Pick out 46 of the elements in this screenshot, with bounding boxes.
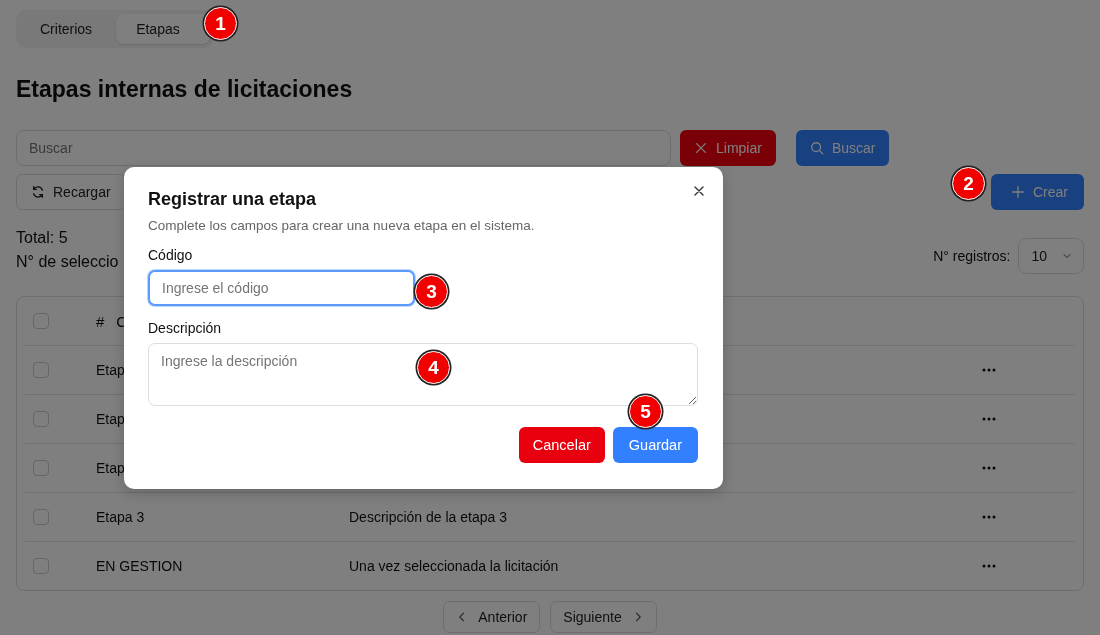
- search-icon: [809, 141, 824, 155]
- step-marker: 1: [204, 7, 237, 40]
- row-checkbox[interactable]: [33, 509, 49, 525]
- tab[interactable]: Etapas: [116, 14, 210, 44]
- more-icon[interactable]: [982, 417, 996, 421]
- create-button[interactable]: Crear: [991, 174, 1084, 210]
- table-cell: Etap: [96, 411, 125, 427]
- hash-symbol: #: [96, 312, 105, 330]
- header-checkbox[interactable]: [33, 313, 49, 329]
- field-label: Descripción: [148, 320, 223, 336]
- selected-count: N° de seleccio: [16, 252, 119, 272]
- row-checkbox[interactable]: [33, 411, 49, 427]
- cancel-button[interactable]: Cancelar: [518, 427, 605, 463]
- previous-button[interactable]: Anterior: [443, 601, 541, 633]
- search-button[interactable]: Buscar: [795, 130, 890, 166]
- row-checkbox[interactable]: [33, 362, 49, 378]
- more-icon[interactable]: [982, 515, 996, 519]
- more-icon[interactable]: [982, 368, 996, 372]
- step-marker: 2: [952, 167, 985, 200]
- table-cell: EN GESTION: [96, 558, 183, 574]
- save-button[interactable]: Guardar: [612, 427, 698, 463]
- table-cell: Etap: [96, 460, 125, 476]
- more-icon[interactable]: [982, 564, 996, 568]
- total-count: Total: 5: [16, 228, 69, 248]
- reload-button[interactable]: Recargar: [16, 174, 126, 210]
- dialog-title: Registrar una etapa: [148, 189, 318, 210]
- row-checkbox[interactable]: [33, 558, 49, 574]
- field-label: Código: [148, 247, 194, 263]
- close-icon: [694, 141, 708, 155]
- plus-icon: [1011, 185, 1025, 199]
- page-title: Etapas internas de licitaciones: [16, 76, 354, 103]
- table-cell: Una vez seleccionada la licitación: [349, 558, 559, 574]
- tab[interactable]: Criterios: [20, 14, 113, 44]
- dialog-subtitle: Complete los campos para crear una nueva etapa en el sistema.: [148, 218, 536, 233]
- table-cell: Etapa 3: [96, 509, 145, 525]
- code-input-field[interactable]: Ingrese el código: [148, 270, 415, 306]
- table-cell: Descripción de la etapa 3: [349, 509, 507, 525]
- more-icon[interactable]: [982, 466, 996, 470]
- page-size-label: N° registros:: [933, 248, 1011, 264]
- next-button[interactable]: Siguiente: [550, 601, 657, 633]
- page-size-select[interactable]: 10: [1018, 238, 1084, 274]
- table-cell: Etap: [96, 362, 125, 378]
- refresh-icon: [31, 185, 45, 199]
- search-field[interactable]: Buscar: [16, 130, 671, 166]
- row-checkbox[interactable]: [33, 460, 49, 476]
- clear-button[interactable]: Limpiar: [680, 130, 776, 166]
